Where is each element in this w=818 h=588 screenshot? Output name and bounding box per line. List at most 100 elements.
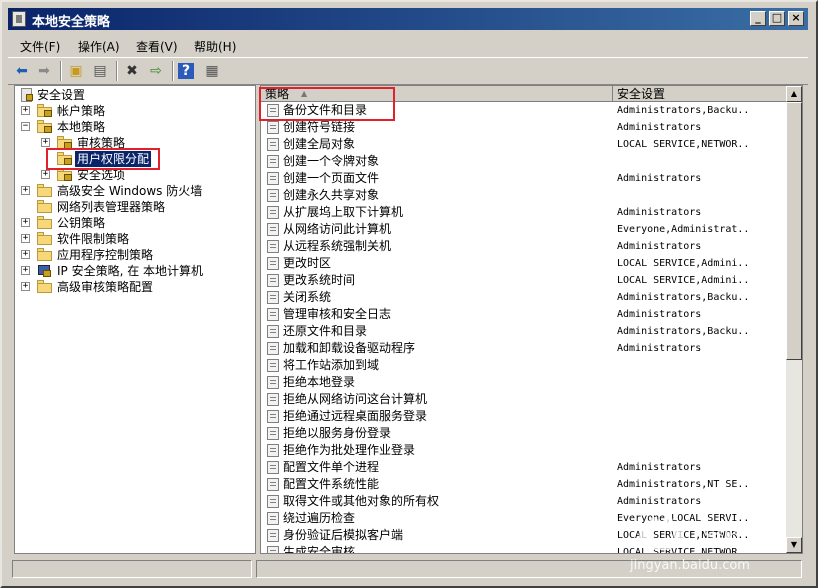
policy-setting: Everyone,Administrat... <box>617 224 749 235</box>
scroll-up-button[interactable]: ▲ <box>786 86 802 102</box>
tree-item-application-control[interactable]: + 应用程序控制策略 <box>19 247 249 263</box>
list-item[interactable]: 创建永久共享对象 <box>261 187 789 204</box>
folder-icon <box>37 216 52 229</box>
expand-icon[interactable]: + <box>21 218 30 227</box>
list-item[interactable]: 创建一个页面文件 Administrators <box>261 170 789 187</box>
up-folder-icon[interactable]: ▣ <box>66 61 86 81</box>
menu-file[interactable]: 文件(F) <box>20 38 60 55</box>
list-item[interactable]: 从远程系统强制关机 Administrators <box>261 238 789 255</box>
tree-item-advanced-audit[interactable]: + 高级审核策略配置 <box>19 279 249 295</box>
minimize-button[interactable]: _ <box>750 11 766 26</box>
list-item[interactable]: 还原文件和目录 Administrators,Backu... <box>261 323 789 340</box>
policy-icon <box>267 325 279 338</box>
folder-icon <box>37 232 52 245</box>
list-item[interactable]: 创建符号链接 Administrators <box>261 119 789 136</box>
tree-item-label: 帐户策略 <box>57 104 106 118</box>
back-icon[interactable]: ⬅ <box>12 61 32 81</box>
policy-icon <box>267 206 279 219</box>
list-item[interactable]: 拒绝从网络访问这台计算机 <box>261 391 789 408</box>
folder-lock-icon <box>37 104 52 117</box>
close-button[interactable]: × <box>788 11 804 26</box>
tree-item-label: 高级安全 Windows 防火墙 <box>57 184 203 198</box>
tree-root-label: 安全设置 <box>37 88 86 102</box>
policy-setting: Administrators,Backu... <box>617 105 749 116</box>
policy-name: 将工作站添加到域 <box>283 358 380 372</box>
list-item[interactable]: 拒绝作为批处理作业登录 <box>261 442 789 459</box>
column-header-setting[interactable]: 安全设置 <box>613 86 789 102</box>
list-item[interactable]: 配置文件单个进程 Administrators <box>261 459 789 476</box>
tree-item-windows-firewall[interactable]: + 高级安全 Windows 防火墙 <box>19 183 249 199</box>
list-item[interactable]: 取得文件或其他对象的所有权 Administrators <box>261 493 789 510</box>
maximize-button[interactable]: □ <box>769 11 785 26</box>
tree-item-ip-security[interactable]: + IP 安全策略, 在 本地计算机 <box>19 263 249 279</box>
list-item[interactable]: 创建一个令牌对象 <box>261 153 789 170</box>
list-item[interactable]: 管理审核和安全日志 Administrators <box>261 306 789 323</box>
properties-icon[interactable]: ▦ <box>202 61 222 81</box>
policy-name: 创建全局对象 <box>283 137 356 151</box>
list-item[interactable]: 关闭系统 Administrators,Backu... <box>261 289 789 306</box>
policy-name: 从远程系统强制关机 <box>283 239 392 253</box>
menu-help[interactable]: 帮助(H) <box>194 38 236 55</box>
list-item[interactable]: 更改系统时间 LOCAL SERVICE,Admini... <box>261 272 789 289</box>
list-item[interactable]: 配置文件系统性能 Administrators,NT SE... <box>261 476 789 493</box>
policy-name: 更改系统时间 <box>283 273 356 287</box>
expand-icon[interactable]: + <box>41 138 50 147</box>
policy-icon <box>267 376 279 389</box>
expand-icon[interactable]: + <box>41 170 50 179</box>
tree-item-software-restriction[interactable]: + 软件限制策略 <box>19 231 249 247</box>
list-item[interactable]: 从扩展坞上取下计算机 Administrators <box>261 204 789 221</box>
policy-setting: Administrators,Backu... <box>617 292 749 303</box>
expand-icon[interactable]: + <box>21 106 30 115</box>
help-icon[interactable]: ? <box>178 63 194 79</box>
tree-item-network-list-manager[interactable]: 网络列表管理器策略 <box>19 199 249 215</box>
expand-icon[interactable]: + <box>21 282 30 291</box>
expand-icon[interactable]: + <box>21 234 30 243</box>
title-bar[interactable]: 本地安全策略 _ □ × <box>8 8 808 30</box>
tree-item-public-key-policies[interactable]: + 公钥策略 <box>19 215 249 231</box>
tree-item-local-policies[interactable]: − 本地策略 <box>19 119 249 135</box>
policy-name: 创建一个令牌对象 <box>283 154 380 168</box>
folder-icon <box>37 184 52 197</box>
list-item[interactable]: 创建全局对象 LOCAL SERVICE,NETWOR... <box>261 136 789 153</box>
expand-icon[interactable]: + <box>21 266 30 275</box>
tree-item-account-policies[interactable]: + 帐户策略 <box>19 103 249 119</box>
expand-icon[interactable]: + <box>21 186 30 195</box>
policy-icon <box>267 121 279 134</box>
show-hide-tree-icon[interactable]: ▤ <box>90 61 110 81</box>
delete-icon[interactable]: ✖ <box>122 61 142 81</box>
policy-name: 加载和卸载设备驱动程序 <box>283 341 416 355</box>
policy-icon <box>267 274 279 287</box>
export-icon[interactable]: ⇨ <box>146 61 166 81</box>
window-title: 本地安全策略 <box>32 15 111 30</box>
expand-icon[interactable]: + <box>21 250 30 259</box>
list-item[interactable]: 更改时区 LOCAL SERVICE,Admini... <box>261 255 789 272</box>
policy-name: 拒绝作为批处理作业登录 <box>283 443 416 457</box>
scroll-thumb[interactable] <box>786 102 802 360</box>
menu-bar: 文件(F) 操作(A) 查看(V) 帮助(H) <box>8 34 808 56</box>
policy-icon <box>267 410 279 423</box>
list-item[interactable]: 将工作站添加到域 <box>261 357 789 374</box>
policy-name: 关闭系统 <box>283 290 332 304</box>
collapse-icon[interactable]: − <box>21 122 30 131</box>
list-item[interactable]: 拒绝本地登录 <box>261 374 789 391</box>
tree-item-label: IP 安全策略, 在 本地计算机 <box>57 264 204 278</box>
watermark: 经验 jingyan.baidu.com <box>626 514 796 578</box>
policy-setting: Administrators,NT SE... <box>617 479 749 490</box>
tree-root[interactable]: 安全设置 <box>19 87 249 103</box>
toolbar: ⬅ ➡ ▣ ▤ ✖ ⇨ ? ▦ <box>8 57 808 85</box>
vertical-scrollbar[interactable]: ▲ ▼ <box>786 86 802 553</box>
menu-view[interactable]: 查看(V) <box>136 38 178 55</box>
highlight-box-tree-item <box>46 148 160 170</box>
policy-name: 绕过遍历检查 <box>283 511 356 525</box>
tree-item-label: 高级审核策略配置 <box>57 280 154 294</box>
forward-icon[interactable]: ➡ <box>34 61 54 81</box>
policy-list-pane[interactable]: 策略 ▲ 安全设置 备份文件和目录 Administrators,Backu... 创… <box>260 85 803 554</box>
list-item[interactable]: 拒绝以服务身份登录 <box>261 425 789 442</box>
policy-icon <box>267 444 279 457</box>
list-item[interactable]: 从网络访问此计算机 Everyone,Administrat... <box>261 221 789 238</box>
menu-action[interactable]: 操作(A) <box>78 38 120 55</box>
policy-icon <box>267 342 279 355</box>
list-item[interactable]: 拒绝通过远程桌面服务登录 <box>261 408 789 425</box>
list-item[interactable]: 加载和卸载设备驱动程序 Administrators <box>261 340 789 357</box>
policy-icon <box>267 189 279 202</box>
